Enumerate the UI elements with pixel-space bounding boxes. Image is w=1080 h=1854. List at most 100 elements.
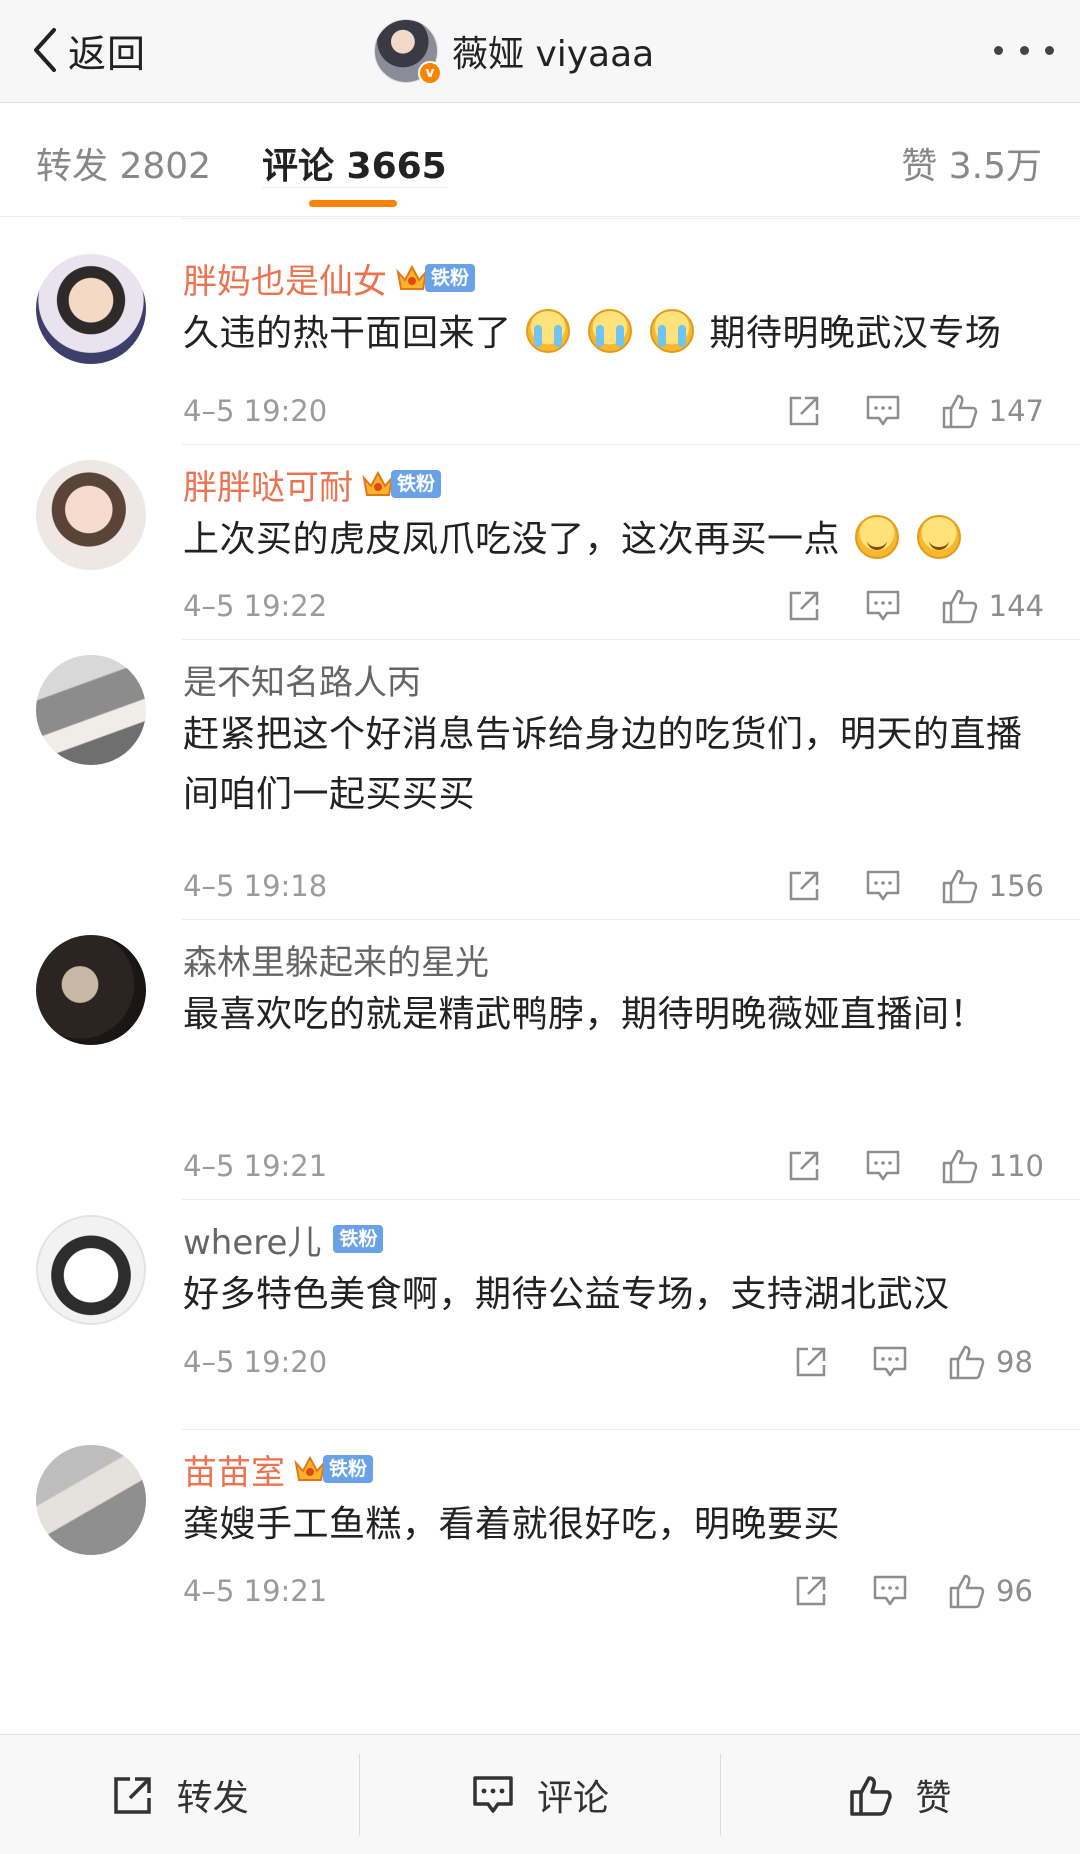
comment-text: 好多特色美食啊，期待公益专场，支持湖北武汉 <box>183 1274 950 1315</box>
comment-item: 胖妈也是仙女 铁粉 久违的热干面回来了 期待明晚武汉专场 4–5 19:20 1… <box>0 238 1080 445</box>
share-icon <box>789 396 818 426</box>
comment-body: 森林里躲起来的星光 最喜欢吃的就是精武鸭脖，期待明晚薇娅直播间！ <box>183 933 1044 1045</box>
comment-text: 最喜欢吃的就是精武鸭脖，期待明晚薇娅直播间！ <box>183 994 987 1035</box>
crying-laughing-emoji-icon <box>650 309 695 353</box>
reply-comment-button[interactable] <box>865 1149 901 1183</box>
crying-laughing-emoji-icon <box>526 309 571 353</box>
thumbs-up-icon <box>942 589 977 624</box>
comment-username[interactable]: 胖胖哒可耐 <box>183 460 353 509</box>
crying-laughing-emoji-icon <box>588 309 633 353</box>
comment-meta: 4–5 19:21 110 <box>183 1141 1044 1191</box>
comment-icon <box>866 1150 899 1181</box>
verified-badge-icon: v <box>418 61 442 85</box>
tab-comment[interactable]: 评论 3665 <box>262 146 447 188</box>
comment-item: 森林里躲起来的星光 最喜欢吃的就是精武鸭脖，期待明晚薇娅直播间！ 4–5 19:… <box>0 919 1080 1200</box>
reply-comment-button[interactable] <box>872 1345 908 1379</box>
share-icon <box>789 1151 818 1181</box>
comment-list: 胖妈也是仙女 铁粉 久违的热干面回来了 期待明晚武汉专场 4–5 19:20 1… <box>0 218 1080 1659</box>
forward-button[interactable]: 转发 <box>0 1735 359 1854</box>
avatar[interactable] <box>36 254 146 364</box>
tab-forward[interactable]: 转发 2802 <box>36 137 211 189</box>
avatar[interactable] <box>36 1215 146 1325</box>
comment-text-main: 久违的热干面回来了 <box>183 313 512 354</box>
like-count: 156 <box>988 869 1044 903</box>
like-comment-button[interactable]: 110 <box>941 1147 1044 1185</box>
thumbs-up-icon <box>942 1149 977 1184</box>
more-options-button[interactable] <box>994 38 1054 62</box>
reply-comment-button[interactable] <box>872 1574 908 1608</box>
share-comment-button[interactable] <box>794 1574 828 1608</box>
share-comment-button[interactable] <box>787 1149 821 1183</box>
thumbs-up-icon <box>949 1345 985 1380</box>
post-author-title[interactable]: v 薇娅 viyaaa <box>374 14 654 88</box>
like-comment-button[interactable]: 147 <box>941 392 1044 430</box>
comment-meta: 4–5 19:21 96 <box>183 1566 1044 1616</box>
list-top-gap <box>0 218 1080 238</box>
smile-emoji-icon <box>916 515 961 559</box>
like-comment-button[interactable]: 156 <box>941 867 1044 905</box>
comment-icon <box>866 395 899 426</box>
bottom-action-bar: 转发 评论 赞 <box>0 1734 1080 1854</box>
like-label: 赞 <box>915 1777 952 1819</box>
comment-time: 4–5 19:20 <box>183 1345 328 1379</box>
fan-badge: 铁粉 <box>333 1225 384 1253</box>
comment-username[interactable]: 苗苗室 <box>183 1445 285 1494</box>
share-comment-button[interactable] <box>794 1345 828 1379</box>
comment-username[interactable]: 是不知名路人丙 <box>183 655 421 704</box>
comment-time: 4–5 19:20 <box>183 394 328 428</box>
comment-time: 4–5 19:21 <box>183 1574 328 1608</box>
comment-item: 是不知名路人丙 赶紧把这个好消息告诉给身边的吃货们，明天的直播间咱们一起买买买 … <box>0 639 1080 920</box>
reply-comment-button[interactable] <box>865 589 901 623</box>
thumbs-up-icon <box>850 1775 893 1816</box>
comment-icon <box>866 590 899 621</box>
fan-badge: 铁粉 <box>425 264 476 292</box>
reply-comment-button[interactable] <box>865 394 901 428</box>
comment-header: where儿 铁粉 <box>183 1213 1044 1265</box>
more-dot-icon <box>1045 45 1054 55</box>
thumbs-up-icon <box>942 869 977 904</box>
share-comment-button[interactable] <box>787 394 821 428</box>
like-count: 110 <box>988 1149 1044 1183</box>
comment-icon <box>873 1346 907 1377</box>
comment-username[interactable]: where儿 <box>183 1215 321 1264</box>
share-icon <box>796 1347 826 1377</box>
comment-body: 胖胖哒可耐 铁粉 上次买的虎皮凤爪吃没了，这次再买一点 <box>183 458 1044 570</box>
fan-badge: 铁粉 <box>323 1455 374 1483</box>
comment-time: 4–5 19:21 <box>183 1149 328 1183</box>
like-count: 96 <box>996 1574 1033 1608</box>
comment-username[interactable]: 森林里躲起来的星光 <box>183 935 489 984</box>
comment-header: 苗苗室 铁粉 <box>183 1443 1044 1495</box>
forward-label: 转发 <box>176 1777 249 1819</box>
avatar[interactable] <box>36 1445 146 1555</box>
thumbs-up-icon <box>942 394 977 429</box>
author-avatar-wrap: v <box>374 19 442 85</box>
active-tab-indicator <box>309 200 397 207</box>
avatar[interactable] <box>36 460 146 570</box>
comment-item: where儿 铁粉 好多特色美食啊，期待公益专场，支持湖北武汉 4–5 19:2… <box>0 1199 1080 1430</box>
like-button[interactable]: 赞 <box>721 1735 1080 1854</box>
share-comment-button[interactable] <box>787 869 821 903</box>
comment-icon <box>473 1775 513 1813</box>
crown-member-icon <box>362 470 394 496</box>
avatar[interactable] <box>36 935 146 1045</box>
comment-username[interactable]: 胖妈也是仙女 <box>183 254 387 303</box>
comment-time: 4–5 19:22 <box>183 589 328 623</box>
page-title: 薇娅 viyaaa <box>452 34 655 75</box>
comment-meta: 4–5 19:18 156 <box>183 861 1044 911</box>
comment-label: 评论 <box>536 1777 609 1819</box>
comment-button[interactable]: 评论 <box>360 1735 719 1854</box>
comment-meta: 4–5 19:20 147 <box>183 386 1044 436</box>
smile-emoji-icon <box>854 515 899 559</box>
back-label: 返回 <box>68 31 147 76</box>
comment-text: 龚嫂手工鱼糕，看着就很好吃，明晚要买 <box>183 1504 841 1545</box>
share-comment-button[interactable] <box>787 589 821 623</box>
like-comment-button[interactable]: 96 <box>948 1572 1044 1610</box>
avatar[interactable] <box>36 655 146 765</box>
chevron-left-icon <box>34 28 56 72</box>
tab-like[interactable]: 赞 3.5万 <box>901 137 1042 189</box>
back-button[interactable]: 返回 <box>26 18 146 82</box>
like-count: 144 <box>988 589 1044 623</box>
reply-comment-button[interactable] <box>865 869 901 903</box>
like-comment-button[interactable]: 144 <box>941 587 1044 625</box>
like-comment-button[interactable]: 98 <box>948 1343 1044 1381</box>
